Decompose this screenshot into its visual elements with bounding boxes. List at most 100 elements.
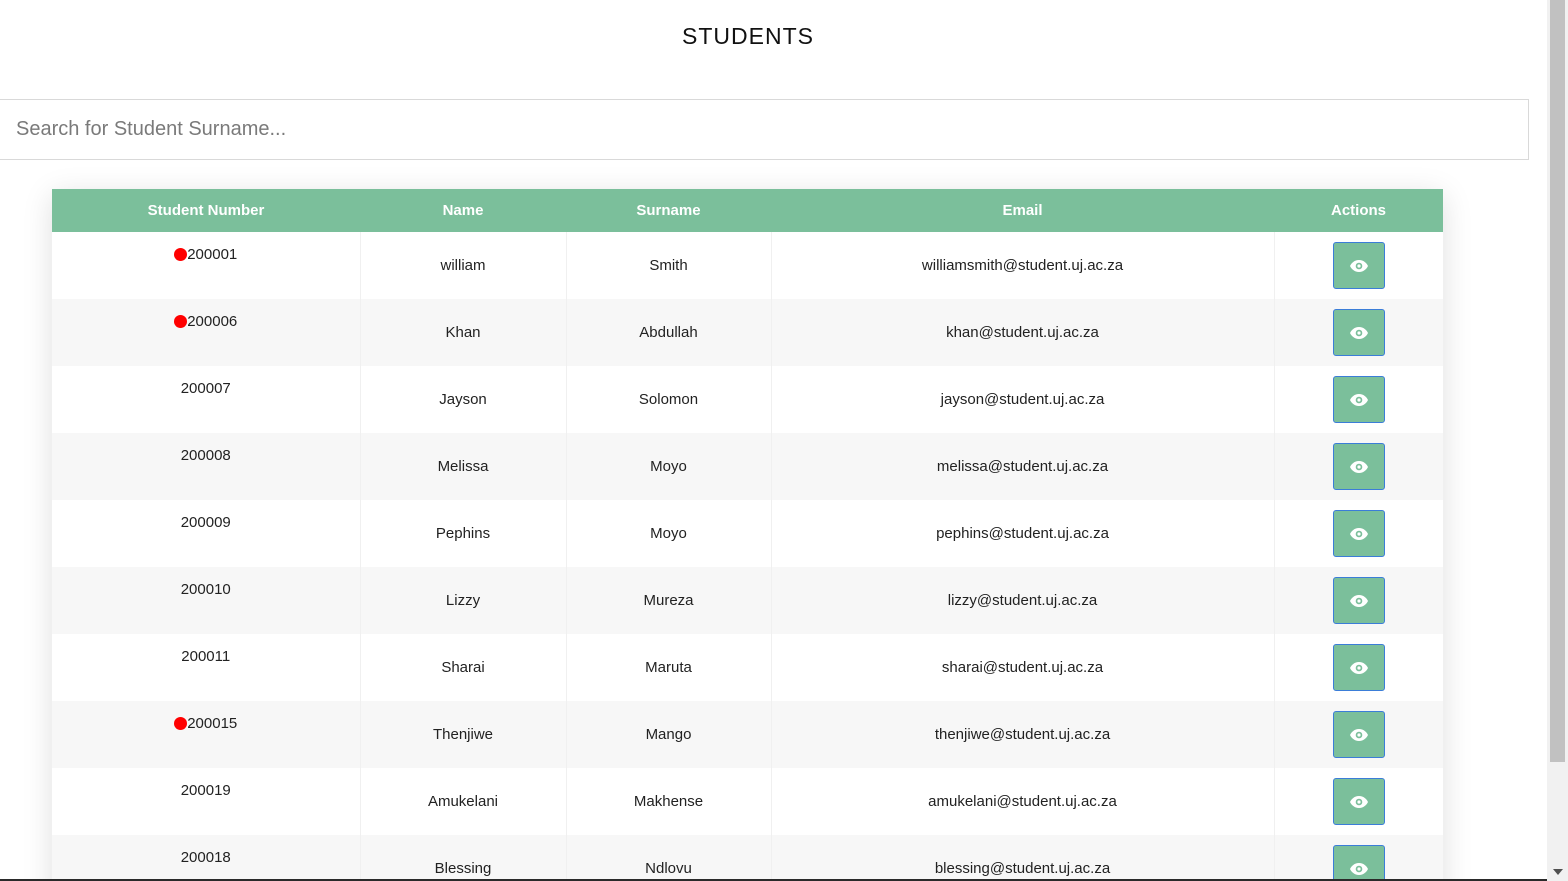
cell-surname: Maruta <box>566 634 772 701</box>
vertical-scrollbar[interactable] <box>1547 0 1568 881</box>
student-number-text: 200008 <box>180 447 231 464</box>
cell-actions <box>1274 634 1443 701</box>
student-number-wrapper: 200009 <box>181 514 231 531</box>
cell-surname: Makhense <box>566 768 772 835</box>
student-number-text: 200001 <box>187 246 238 263</box>
cell-actions <box>1274 433 1443 500</box>
cell-surname: Mango <box>566 701 772 768</box>
cell-email: thenjiwe@student.uj.ac.za <box>771 701 1275 768</box>
scroll-down-arrow-icon[interactable] <box>1553 869 1563 875</box>
cell-name: Khan <box>360 299 567 366</box>
student-number-text: 200006 <box>187 313 238 330</box>
eye-icon <box>1349 393 1368 406</box>
table-row: 200018 Blessing Ndlovu blessing@student.uj.… <box>52 835 1443 881</box>
view-student-button[interactable] <box>1332 711 1385 758</box>
cell-student-number: 200008 <box>52 433 361 500</box>
eye-icon <box>1349 259 1368 272</box>
cell-name: Jayson <box>360 366 567 433</box>
header-actions: Actions <box>1274 189 1443 232</box>
table-row: 200007 Jayson Solomon jayson@student.uj.ac.… <box>52 366 1443 433</box>
student-number-text: 200015 <box>187 715 238 732</box>
view-student-button[interactable] <box>1332 778 1385 825</box>
cell-student-number: 200015 <box>52 701 361 768</box>
student-number-wrapper: 200010 <box>181 581 231 598</box>
table-row: 200006 Khan Abdullah khan@student.uj.ac.za <box>52 299 1443 366</box>
cell-student-number: 200019 <box>52 768 361 835</box>
view-student-button[interactable] <box>1332 577 1385 624</box>
cell-student-number: 200006 <box>52 299 361 366</box>
table-row: 200011 Sharai Maruta sharai@student.uj.ac.z… <box>52 634 1443 701</box>
cell-name: Lizzy <box>360 567 567 634</box>
table-body: 200001 william Smith williamsmith@student.u… <box>52 232 1443 881</box>
students-table: Student Number Name Surname Email Action… <box>52 189 1443 881</box>
cell-surname: Ndlovu <box>566 835 772 881</box>
student-number-text: 200019 <box>180 782 231 799</box>
cell-surname: Solomon <box>566 366 772 433</box>
cell-actions <box>1274 500 1443 567</box>
view-student-button[interactable] <box>1332 309 1385 356</box>
table-row: 200008 Melissa Moyo melissa@student.uj.ac.z… <box>52 433 1443 500</box>
cell-actions <box>1274 567 1443 634</box>
cell-actions <box>1274 701 1443 768</box>
search-box[interactable] <box>0 99 1529 160</box>
eye-icon <box>1349 795 1368 808</box>
student-number-wrapper: 200018 <box>181 849 231 866</box>
student-number-text: 200010 <box>180 581 231 598</box>
cell-student-number: 200011 <box>52 634 361 701</box>
page-title: STUDENTS <box>682 23 814 49</box>
cell-actions <box>1274 835 1443 881</box>
cell-email: blessing@student.uj.ac.za <box>771 835 1275 881</box>
student-number-wrapper: 200008 <box>181 447 231 464</box>
student-number-wrapper: 200007 <box>181 380 231 397</box>
student-number-wrapper: 200001 <box>174 246 237 263</box>
view-student-button[interactable] <box>1332 443 1385 490</box>
student-number-text: 200011 <box>181 648 231 665</box>
flag-dot-icon <box>174 248 188 261</box>
scrollbar-thumb[interactable] <box>1550 0 1565 762</box>
cell-email: amukelani@student.uj.ac.za <box>771 768 1275 835</box>
cell-email: williamsmith@student.uj.ac.za <box>771 232 1275 299</box>
student-number-wrapper: 200006 <box>174 313 237 330</box>
cell-actions <box>1274 232 1443 299</box>
header-name[interactable]: Name <box>360 189 566 232</box>
search-input[interactable] <box>0 100 1528 159</box>
eye-icon <box>1349 527 1368 540</box>
students-page: STUDENTS Student Number Name Surname Ema… <box>0 0 1568 881</box>
cell-student-number: 200001 <box>52 232 361 299</box>
header-student-number[interactable]: Student Number <box>52 189 360 232</box>
header-surname[interactable]: Surname <box>566 189 771 232</box>
student-number-wrapper: 200019 <box>181 782 231 799</box>
view-student-button[interactable] <box>1332 376 1385 423</box>
student-number-wrapper: 200015 <box>174 715 237 732</box>
table-row: 200001 william Smith williamsmith@student.u… <box>52 232 1443 299</box>
table-row: 200015 Thenjiwe Mango thenjiwe@student.uj.a… <box>52 701 1443 768</box>
header-email[interactable]: Email <box>771 189 1274 232</box>
flag-dot-icon <box>174 717 188 730</box>
cell-name: Pephins <box>360 500 567 567</box>
student-number-text: 200007 <box>180 380 231 397</box>
cell-name: Thenjiwe <box>360 701 567 768</box>
cell-actions <box>1274 768 1443 835</box>
cell-email: khan@student.uj.ac.za <box>771 299 1275 366</box>
cell-surname: Moyo <box>566 433 772 500</box>
view-student-button[interactable] <box>1332 242 1385 289</box>
cell-name: Sharai <box>360 634 567 701</box>
table-row: 200019 Amukelani Makhense amukelani@student… <box>52 768 1443 835</box>
cell-surname: Smith <box>566 232 772 299</box>
table-header-row: Student Number Name Surname Email Action… <box>52 189 1443 232</box>
student-number-text: 200009 <box>180 514 231 531</box>
flag-dot-icon <box>174 315 188 328</box>
eye-icon <box>1349 728 1368 741</box>
eye-icon <box>1349 862 1368 875</box>
cell-name: william <box>360 232 567 299</box>
view-student-button[interactable] <box>1332 644 1385 691</box>
cell-surname: Moyo <box>566 500 772 567</box>
students-table-container: Student Number Name Surname Email Action… <box>52 189 1443 881</box>
table-row: 200009 Pephins Moyo pephins@student.uj.ac.z… <box>52 500 1443 567</box>
eye-icon <box>1349 326 1368 339</box>
eye-icon <box>1349 460 1368 473</box>
view-student-button[interactable] <box>1332 845 1385 881</box>
cell-name: Amukelani <box>360 768 567 835</box>
cell-actions <box>1274 366 1443 433</box>
view-student-button[interactable] <box>1332 510 1385 557</box>
